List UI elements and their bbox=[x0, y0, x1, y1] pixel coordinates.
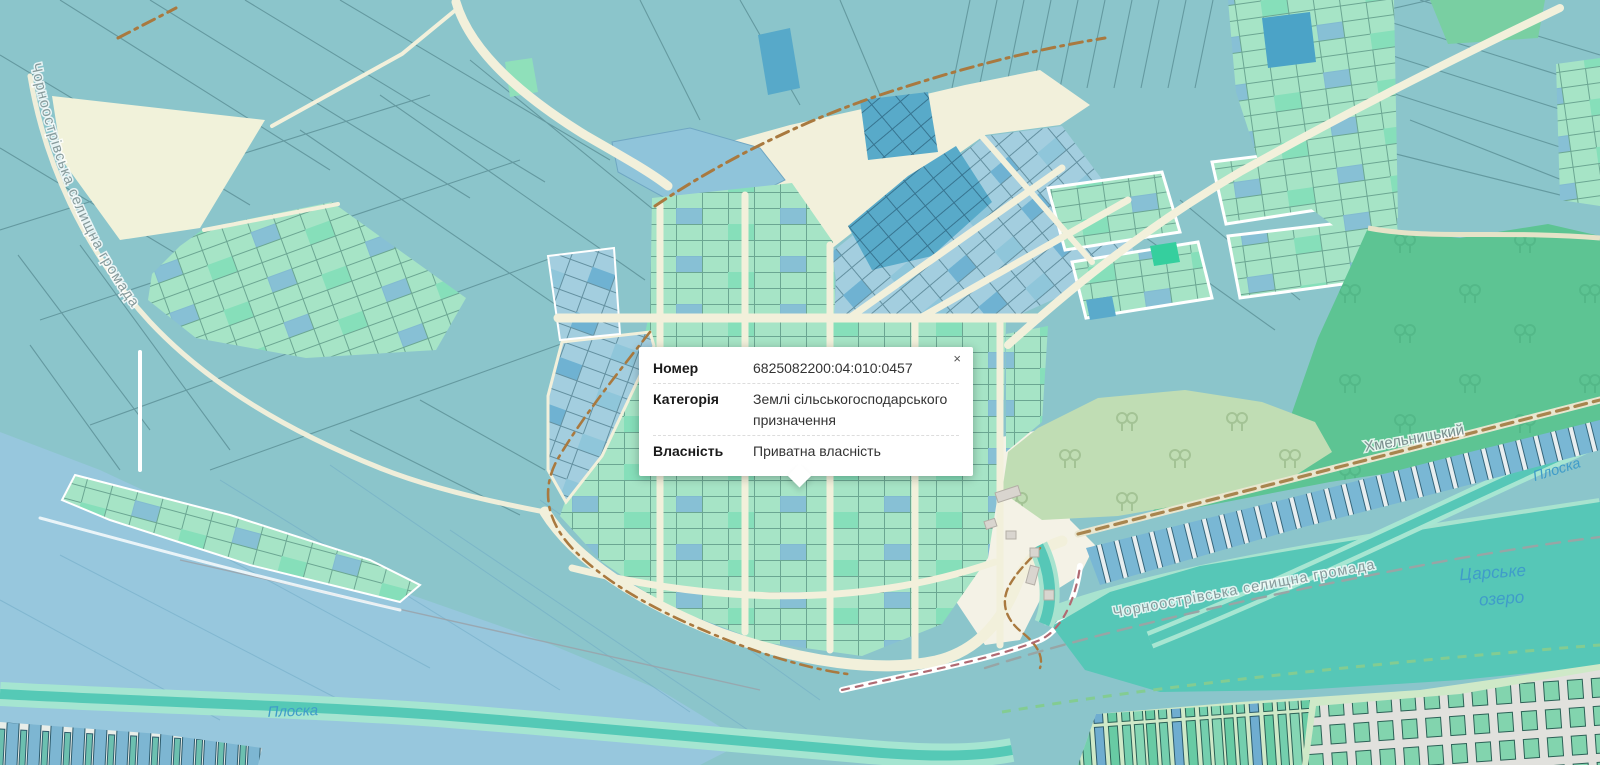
popup-label-category: Категорія bbox=[653, 389, 745, 430]
popup-row-category: Категорія Землі сільськогосподарського п… bbox=[653, 383, 959, 435]
river-name-label-left: Плоска bbox=[267, 702, 318, 721]
popup-value-category: Землі сільськогосподарського призначення bbox=[753, 389, 959, 430]
popup-value-number: 6825082200:04:010:0457 bbox=[753, 358, 959, 378]
map[interactable]: Чорноострівська селищна громада Чорноост… bbox=[0, 0, 1600, 765]
popup-label-ownership: Власність bbox=[653, 441, 745, 461]
close-icon[interactable]: × bbox=[950, 349, 964, 368]
popup-label-number: Номер bbox=[653, 358, 745, 378]
lake-name-line2: озеро bbox=[1478, 587, 1525, 609]
popup-row-ownership: Власність Приватна власність bbox=[653, 435, 959, 466]
popup-value-ownership: Приватна власність bbox=[753, 441, 959, 461]
parcel-info-popup: × Номер 6825082200:04:010:0457 Категорія… bbox=[639, 347, 973, 476]
popup-row-number: Номер 6825082200:04:010:0457 bbox=[653, 353, 959, 383]
